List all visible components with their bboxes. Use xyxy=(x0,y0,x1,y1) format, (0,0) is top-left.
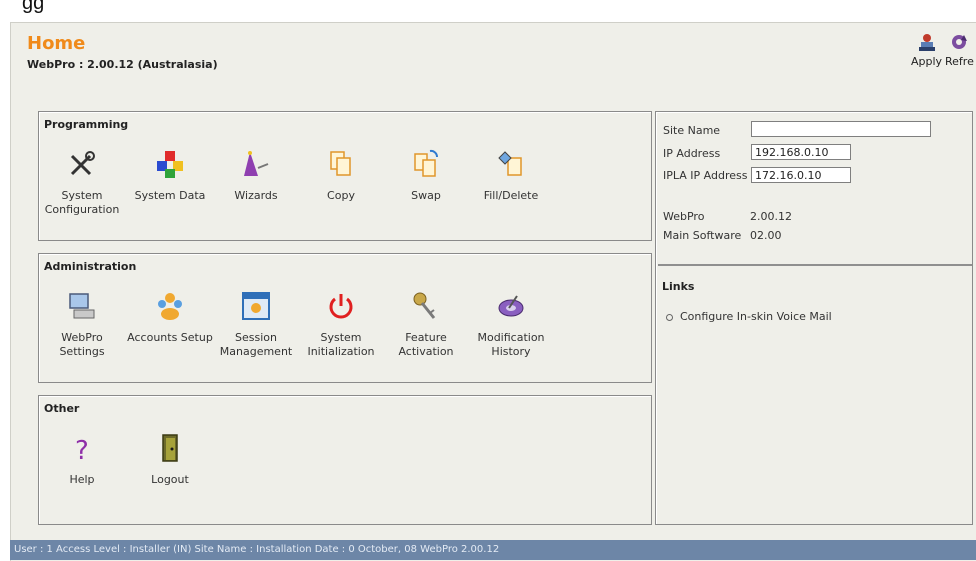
programming-panel: Programming System Configuration System … xyxy=(38,111,652,241)
webpro-settings-item[interactable]: WebPro Settings xyxy=(37,290,127,359)
keys-icon xyxy=(413,292,436,319)
refresh-label: Refre xyxy=(945,55,974,68)
fill-delete-item[interactable]: Fill/Delete xyxy=(466,148,556,203)
page-subtitle: WebPro : 2.00.12 (Australasia) xyxy=(27,58,218,71)
system-initialization-label: System Initialization xyxy=(307,331,375,358)
session-icon xyxy=(242,292,270,320)
site-name-label: Site Name xyxy=(663,124,721,137)
refresh-icon xyxy=(952,35,968,49)
system-configuration-item[interactable]: System Configuration xyxy=(37,148,127,217)
ip-address-label: IP Address xyxy=(663,147,721,160)
ipla-ip-address-label: IPLA IP Address xyxy=(663,169,748,182)
main-software-value: 02.00 xyxy=(750,229,782,242)
configure-voice-mail-link[interactable]: Configure In-skin Voice Mail xyxy=(666,310,832,323)
administration-title: Administration xyxy=(44,260,137,273)
help-label: Help xyxy=(69,473,95,486)
swap-label: Swap xyxy=(411,189,441,202)
wizards-item[interactable]: Wizards xyxy=(211,148,301,203)
help-icon: ? xyxy=(75,436,89,466)
apply-label: Apply xyxy=(911,55,943,68)
history-icon xyxy=(498,295,524,317)
bullet-icon xyxy=(666,313,673,321)
computer-icon xyxy=(69,293,95,319)
logout-label: Logout xyxy=(151,473,189,486)
header-fragment: gg xyxy=(22,0,45,14)
apply-icon xyxy=(918,34,935,51)
copy-item[interactable]: Copy xyxy=(296,148,386,203)
session-management-label: Session Management xyxy=(219,331,293,358)
ip-address-field[interactable]: 192.168.0.10 xyxy=(751,144,851,160)
accounts-setup-item[interactable]: Accounts Setup xyxy=(125,290,215,345)
fill-delete-icon xyxy=(498,151,522,176)
links-divider xyxy=(658,264,972,266)
page-title: Home xyxy=(27,33,86,54)
system-configuration-label: System Configuration xyxy=(44,189,120,216)
cubes-icon xyxy=(157,151,183,178)
wizards-label: Wizards xyxy=(234,189,278,202)
help-item[interactable]: ? Help xyxy=(37,432,127,487)
top-strip: gg xyxy=(0,0,976,22)
webpro-version-label: WebPro xyxy=(663,210,705,223)
main-software-label: Main Software xyxy=(663,229,742,242)
users-icon xyxy=(158,293,182,320)
feature-activation-item[interactable]: Feature Activation xyxy=(381,290,471,359)
other-panel: Other ? Help Logout xyxy=(38,395,652,525)
status-bar: User : 1 Access Level : Installer (IN) S… xyxy=(10,540,976,560)
copy-label: Copy xyxy=(327,189,355,202)
apply-button[interactable]: Apply xyxy=(911,33,942,68)
tools-icon xyxy=(70,151,95,176)
copy-icon xyxy=(330,151,351,176)
feature-activation-label: Feature Activation xyxy=(398,331,454,358)
site-info-panel: Site Name IP Address 192.168.0.10 IPLA I… xyxy=(655,111,973,525)
power-icon xyxy=(329,294,353,319)
system-initialization-item[interactable]: System Initialization xyxy=(296,290,386,359)
main-window: Home WebPro : 2.00.12 (Australasia) Appl… xyxy=(10,22,976,561)
logout-icon xyxy=(162,434,178,462)
programming-title: Programming xyxy=(44,118,129,131)
fill-delete-label: Fill/Delete xyxy=(483,189,539,202)
site-name-field[interactable] xyxy=(751,121,931,137)
configure-voice-mail-text: Configure In-skin Voice Mail xyxy=(680,310,832,323)
links-title: Links xyxy=(662,280,695,293)
refresh-button[interactable]: Refre xyxy=(945,33,974,68)
session-management-item[interactable]: Session Management xyxy=(211,290,301,359)
administration-panel: Administration WebPro Settings Accounts … xyxy=(38,253,652,383)
system-data-item[interactable]: System Data xyxy=(125,148,215,203)
webpro-settings-label: WebPro Settings xyxy=(59,331,105,358)
swap-icon xyxy=(414,149,439,177)
accounts-setup-label: Accounts Setup xyxy=(127,331,213,344)
modification-history-item[interactable]: Modification History xyxy=(466,290,556,359)
ipla-ip-address-field[interactable]: 172.16.0.10 xyxy=(751,167,851,183)
wizard-icon xyxy=(244,151,269,176)
modification-history-label: Modification History xyxy=(477,331,545,358)
logout-item[interactable]: Logout xyxy=(125,432,215,487)
svg-text:?: ? xyxy=(75,436,89,464)
webpro-version-value: 2.00.12 xyxy=(750,210,792,223)
other-title: Other xyxy=(44,402,80,415)
system-data-label: System Data xyxy=(134,189,206,202)
swap-item[interactable]: Swap xyxy=(381,148,471,203)
